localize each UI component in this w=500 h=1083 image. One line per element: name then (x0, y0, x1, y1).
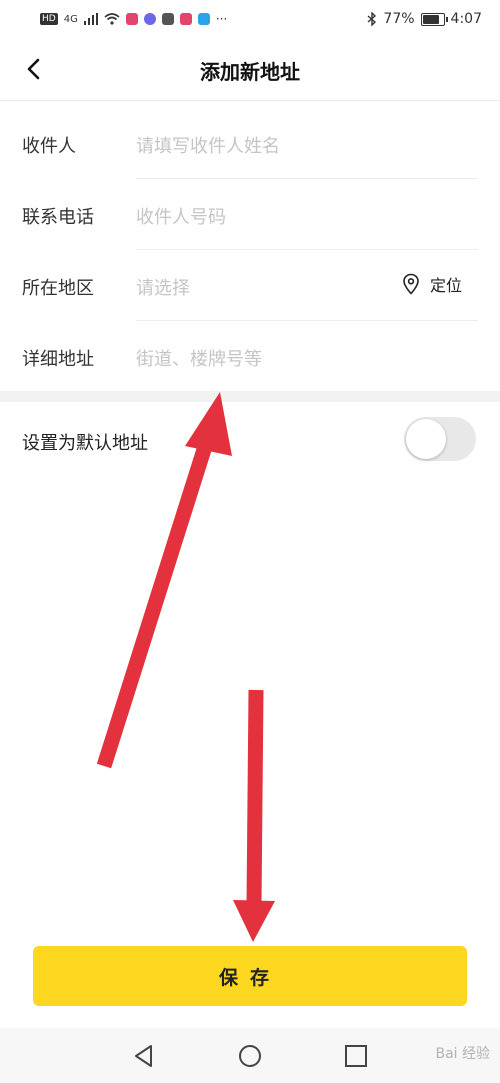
region-select[interactable]: 请选择 (136, 274, 190, 300)
default-address-row: 设置为默认地址 (0, 402, 500, 476)
more-icon: ··· (215, 12, 228, 26)
region-row: 所在地区 请选择 定位 (0, 250, 500, 321)
nav-back-icon[interactable] (131, 1043, 157, 1069)
signal-icon (83, 13, 98, 25)
default-address-toggle[interactable] (404, 417, 476, 461)
phone-input[interactable]: 收件人号码 (136, 203, 226, 229)
recipient-label: 收件人 (22, 136, 76, 157)
save-button[interactable]: 保存 (33, 946, 467, 1006)
address-form: 收件人 请填写收件人姓名 联系电话 收件人号码 所在地区 请选择 定位 详细地址… (0, 108, 500, 392)
status-left-icons: HD 4G ··· (40, 12, 227, 26)
address-input[interactable]: 街道、楼牌号等 (136, 345, 262, 371)
battery-icon (420, 12, 448, 26)
address-label: 详细地址 (22, 349, 94, 370)
locate-label: 定位 (429, 276, 462, 295)
hd-badge: HD (40, 13, 58, 25)
bluetooth-icon (367, 12, 377, 26)
phone-label: 联系电话 (22, 207, 94, 228)
section-separator (0, 391, 500, 402)
recipient-row: 收件人 请填写收件人姓名 (0, 108, 500, 179)
app-notification-icon (125, 13, 138, 25)
page-title: 添加新地址 (200, 60, 300, 84)
app-notification-icon (179, 13, 192, 25)
default-address-label: 设置为默认地址 (22, 433, 148, 454)
music-app-icon (143, 13, 156, 25)
app-notification-icon (161, 13, 174, 25)
location-pin-icon (403, 273, 419, 295)
toggle-knob (406, 419, 446, 459)
wifi-icon (104, 13, 120, 25)
search-app-icon (197, 13, 210, 25)
clock: 4:07 (450, 11, 482, 27)
save-button-label: 保存 (218, 966, 281, 989)
header: 添加新地址 (0, 38, 500, 101)
nav-recents-icon[interactable] (343, 1043, 369, 1069)
watermark: Bai 经验 (435, 1046, 490, 1062)
locate-button[interactable]: 定位 (402, 272, 462, 296)
status-bar: HD 4G ··· 77% 4:07 (0, 0, 500, 38)
system-nav-bar: Bai 经验 (0, 1028, 500, 1083)
recipient-input[interactable]: 请填写收件人姓名 (136, 132, 280, 158)
phone-row: 联系电话 收件人号码 (0, 179, 500, 250)
status-right-icons: 77% 4:07 (367, 11, 482, 27)
battery-percentage: 77% (383, 11, 415, 27)
address-row: 详细地址 街道、楼牌号等 (0, 321, 500, 392)
network-type: 4G (63, 13, 78, 25)
arrow-down-annotation (233, 689, 275, 942)
region-label: 所在地区 (22, 278, 94, 299)
nav-home-icon[interactable] (237, 1043, 263, 1069)
